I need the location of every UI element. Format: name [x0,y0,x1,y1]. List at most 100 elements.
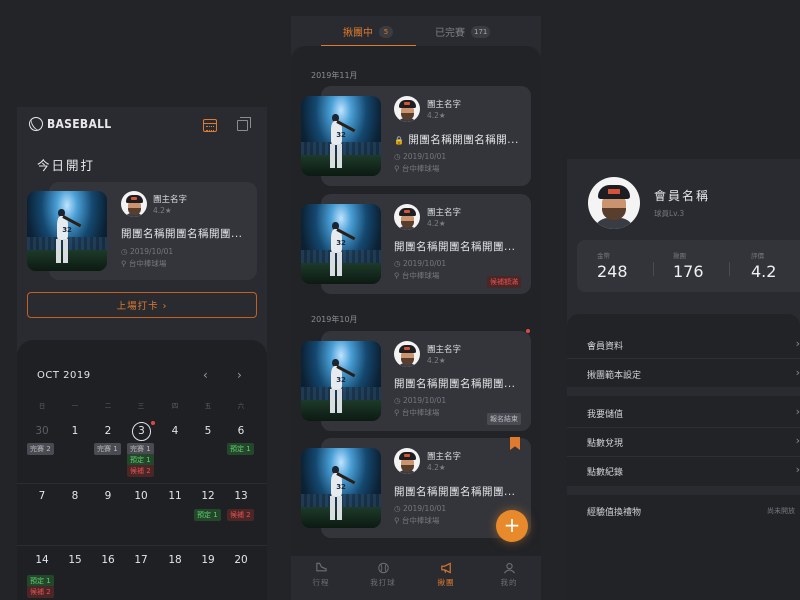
calendar-day[interactable]: 20 [231,554,251,566]
calendar-day[interactable]: 8 [65,490,85,502]
finished-tag: 完賽 2 [27,443,54,455]
calendar-day[interactable]: 18 [165,554,185,566]
weekday-label: 一 [71,402,79,410]
calendar-day-selected[interactable]: 3 [132,422,151,441]
host-avatar [394,204,420,230]
waitlist-tag: 候補 2 [27,586,54,598]
host-rating: 4.2★ [427,111,446,120]
calendar-day[interactable]: 14 [32,554,52,566]
game-photo: 32 [301,96,381,176]
nav-schedule[interactable]: 行程 [301,562,341,588]
create-group-button[interactable]: + [496,510,528,542]
calendar-day[interactable]: 19 [198,554,218,566]
calendar-day[interactable]: 11 [165,490,185,502]
chevron-right-icon: › [795,405,800,418]
menu-template-settings[interactable]: 揪團範本設定 › [587,366,800,381]
scheduled-tag: 預定 1 [227,443,254,455]
game-photo: 32 [301,341,381,421]
calendar-month: OCT 2019 [37,370,91,381]
not-available-note: 尚未開放 [767,507,795,515]
game-photo: 32 [301,448,381,528]
host-name: 團主名字 [427,345,462,355]
group-title: 開團名稱開團名稱開團... [394,378,516,390]
calendar-day[interactable]: 4 [165,425,185,437]
checkin-button[interactable]: 上場打卡 › [27,292,257,318]
app-logo: BASEBALL [29,117,111,131]
baseball-icon [377,562,389,574]
tab-finished[interactable]: 已完賽 171 [435,24,491,39]
game-photo: 32 [301,204,381,284]
shoe-icon [315,562,327,572]
menu-redeem-points[interactable]: 點數兌現 › [587,434,800,449]
menu-exp-gifts[interactable]: 經驗值換禮物 尚未開放 [587,505,800,518]
waitlist-full-badge: 候補額滿 [487,276,521,288]
host-name: 團主名字 [427,208,462,218]
tab-count: 5 [379,25,393,38]
groups-panel: 揪團中 5 已完賽 171 2019年11月 32 團主名字 4.2★ 🔒 開團名稱… [291,16,541,600]
calendar-day[interactable]: 17 [131,554,151,566]
profile-panel: 會員名稱 球員Lv.3 金幣 248 揪團 176 評價 4.2 會員資料 › 揪團範本… [567,159,800,600]
month-group-label: 2019年10月 [311,315,358,324]
calendar-day[interactable]: 16 [98,554,118,566]
megaphone-icon [440,562,451,574]
game-date: ◷ 2019/10/01 [394,504,447,513]
nav-groups[interactable]: 揪團 [426,562,466,588]
calendar-day[interactable]: 30 [32,425,52,437]
calendar-day[interactable]: 15 [65,554,85,566]
host-rating: 4.2★ [427,463,446,472]
host-rating: 4.2★ [427,219,446,228]
game-title: 開團名稱開團名稱開團... [121,228,243,240]
group-title: 開團名稱開團名稱開團... [394,241,516,253]
menu-member-info[interactable]: 會員資料 › [587,337,800,352]
chevron-right-icon: › [795,463,800,476]
host-avatar [394,96,420,122]
registration-closed-badge: 報名結束 [487,413,521,425]
tab-bar: 揪團中 5 已完賽 171 [291,16,541,47]
waitlist-tag: 候補 2 [127,465,154,477]
calendar-day[interactable]: 7 [32,490,52,502]
calendar-day[interactable]: 9 [98,490,118,502]
calendar-icon[interactable] [203,119,217,132]
lock-icon: 🔒 [394,136,405,145]
group-title: 開團名稱開團名稱開團... [394,486,516,498]
event-dot [151,421,155,425]
member-name: 會員名稱 [654,189,711,203]
game-venue: ⚲ 台中棒球場 [121,259,167,268]
nav-my-games[interactable]: 我打球 [363,562,403,588]
calendar-day[interactable]: 6 [231,425,251,437]
calendar: OCT 2019 ‹ › 日 一 二 三 四 五 六 30 1 2 3 4 5 … [17,340,267,600]
menu-top-up[interactable]: 我要儲值 › [587,405,800,420]
chevron-right-icon: › [795,337,800,350]
nav-profile[interactable]: 我的 [489,562,529,588]
host-name: 團主名字 [153,195,188,205]
calendar-day[interactable]: 5 [198,425,218,437]
calendar-day[interactable]: 1 [65,425,85,437]
prev-month-button[interactable]: ‹ [203,368,208,382]
menu-points-history[interactable]: 點數紀錄 › [587,463,800,478]
group-title: 🔒 開團名稱開團名稱開... [394,134,519,146]
today-panel: BASEBALL 今日開打 32 團主名字 4.2★ 開團名稱開團名稱開團...… [17,107,267,600]
game-date: ◷ 2019/10/01 [121,247,174,256]
section-title: 今日開打 [37,158,96,173]
weekday-label: 二 [104,402,112,410]
bottom-nav: 行程 我打球 揪團 我的 [291,556,541,600]
calendar-day[interactable]: 13 [231,490,251,502]
chevron-right-icon: › [795,366,800,379]
game-venue: ⚲ 台中棒球場 [394,271,440,280]
stat-groups: 揪團 176 [673,252,704,281]
calendar-day[interactable]: 2 [98,425,118,437]
weekday-label: 四 [171,402,179,410]
profile-menu: 會員資料 › 揪團範本設定 › 我要儲值 › 點數兌現 › 點數紀錄 › 經驗值換禮物 尚未… [567,314,800,600]
logo-text: BASEBALL [47,117,112,131]
member-avatar[interactable] [588,177,640,229]
calendar-day[interactable]: 12 [198,490,218,502]
notification-dot [526,329,530,333]
host-name: 團主名字 [427,452,462,462]
next-month-button[interactable]: › [237,368,242,382]
game-venue: ⚲ 台中棒球場 [394,516,440,525]
calendar-day[interactable]: 10 [131,490,151,502]
host-name: 團主名字 [427,100,462,110]
chevron-right-icon: › [795,434,800,447]
list-view-icon[interactable] [237,117,251,131]
tab-open-groups[interactable]: 揪團中 5 [343,24,393,39]
